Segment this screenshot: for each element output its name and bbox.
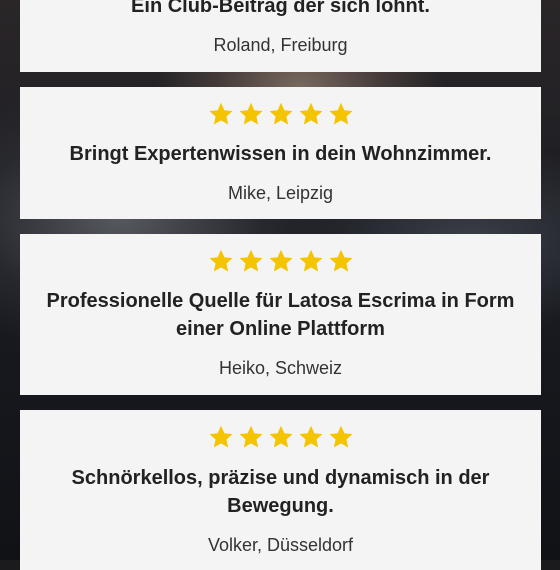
star-icon [239,102,262,125]
star-icon [209,102,232,125]
rating-stars [20,100,541,128]
review-author: Volker, Düsseldorf [207,535,354,555]
star-icon [269,425,292,448]
star-icon [329,102,352,125]
review-title: Ein Club-Beitrag der sich lohnt. [131,0,430,17]
star-icon [329,425,352,448]
review-author: Heiko, Schweiz [218,358,343,378]
star-icon [299,102,322,125]
star-icon [299,425,322,448]
star-icon [209,425,232,448]
star-icon [299,249,322,272]
review-title: Bringt Expertenwissen in dein Wohnzimmer… [69,143,492,165]
review-title: Schnörkellos, präzise und dynamisch in d… [71,467,490,517]
review-author: Mike, Leipzig [227,183,334,203]
review-card: Ein Club-Beitrag der sich lohnt. Roland,… [20,0,541,72]
review-card: Professionelle Quelle für Latosa Escrima… [20,234,541,395]
review-card: Schnörkellos, präzise und dynamisch in d… [20,410,541,570]
rating-stars [20,423,541,451]
star-icon [269,102,292,125]
review-card: Bringt Expertenwissen in dein Wohnzimmer… [20,87,541,219]
rating-stars [20,247,541,275]
star-icon [239,425,262,448]
review-title: Professionelle Quelle für Latosa Escrima… [46,290,515,340]
star-icon [329,249,352,272]
review-author: Roland, Freiburg [213,35,348,55]
star-icon [269,249,292,272]
star-icon [239,249,262,272]
star-icon [209,249,232,272]
